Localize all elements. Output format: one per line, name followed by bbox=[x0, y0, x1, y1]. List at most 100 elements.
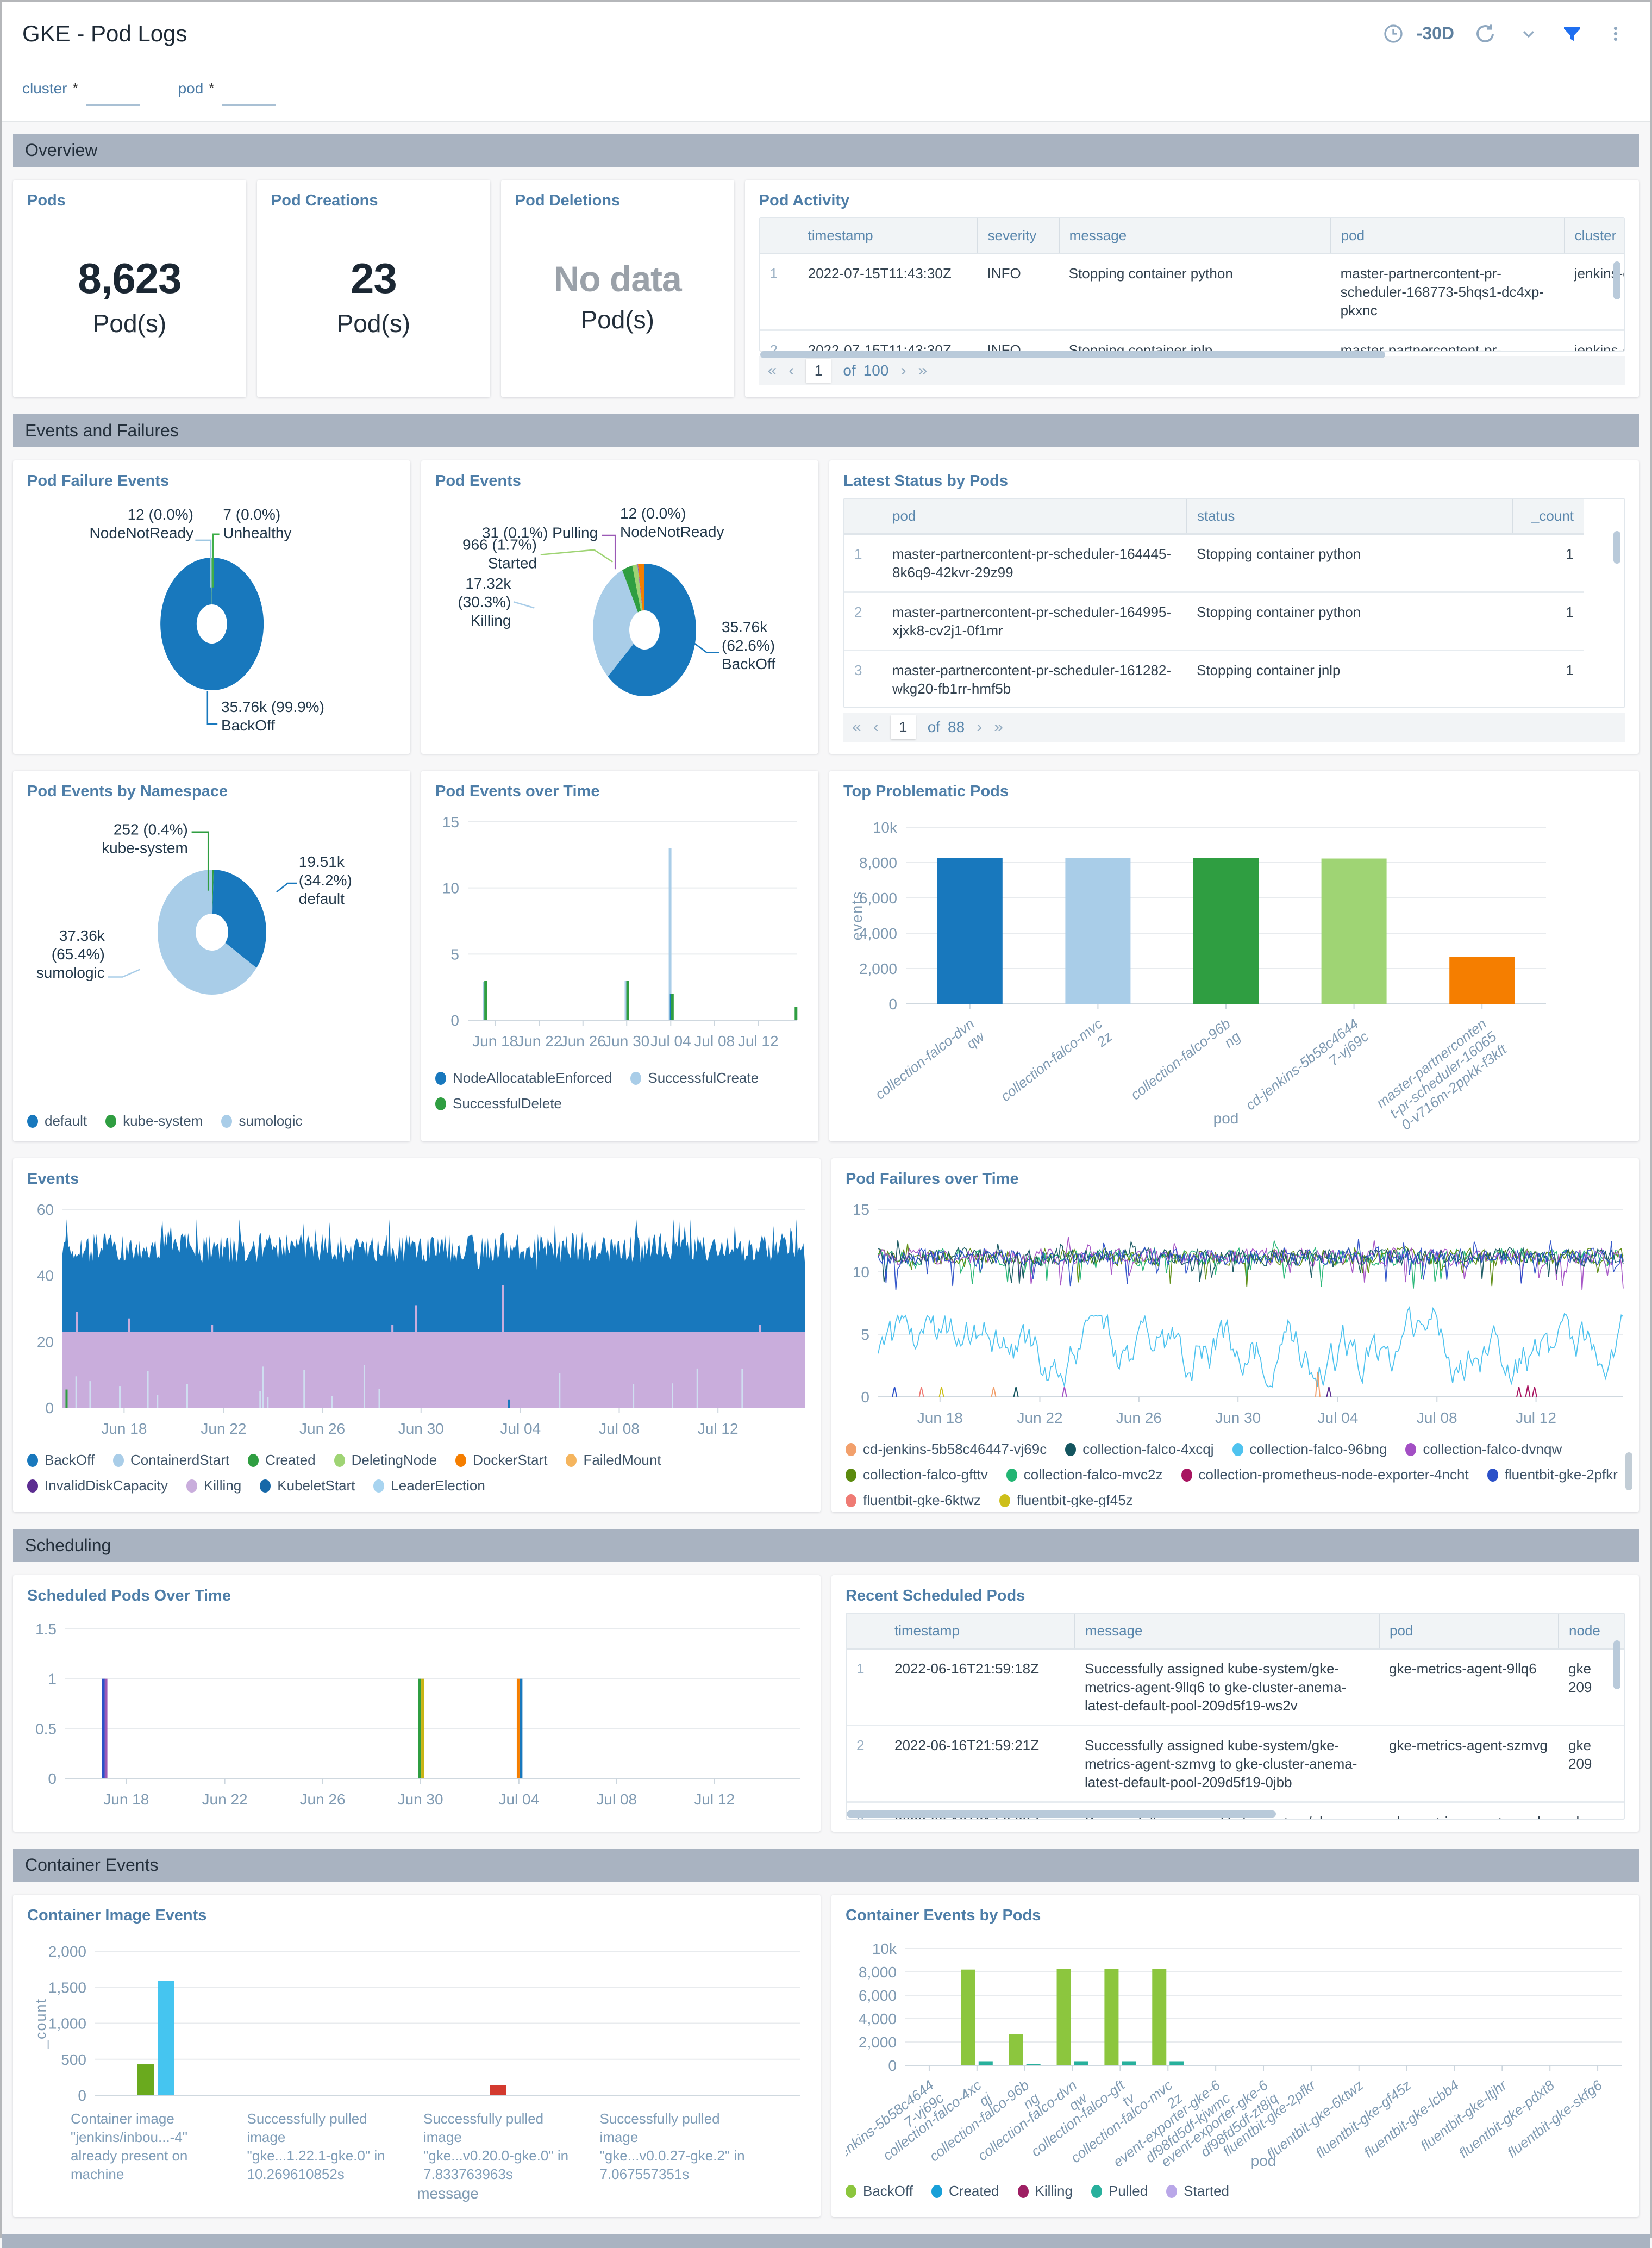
legend-item[interactable]: collection-falco-4xcqj bbox=[1065, 1441, 1214, 1458]
table-row[interactable]: 1 master-partnercontent-pr-scheduler-1644… bbox=[844, 534, 1584, 592]
legend-item[interactable]: FailedMount bbox=[566, 1452, 661, 1469]
legend-item[interactable]: BackOff bbox=[846, 2183, 913, 2200]
next-page-button[interactable]: › bbox=[977, 718, 982, 736]
column-header[interactable]: message bbox=[1074, 1614, 1379, 1650]
current-page[interactable]: 1 bbox=[890, 715, 916, 739]
pod-failures-over-time-panel: Pod Failures over Time 0 5 10 15 Jun 18 Jun 2… bbox=[831, 1158, 1639, 1512]
column-header[interactable]: cluster bbox=[1563, 218, 1624, 254]
last-page-button[interactable]: » bbox=[994, 718, 1003, 736]
legend-item[interactable]: DockerStart bbox=[455, 1452, 547, 1469]
pod-filter-input[interactable] bbox=[222, 85, 277, 106]
column-header[interactable]: message bbox=[1058, 218, 1331, 254]
legend-scrollbar[interactable] bbox=[1625, 1452, 1632, 1490]
vertical-scrollbar[interactable] bbox=[1613, 531, 1620, 564]
filter-icon[interactable] bbox=[1560, 21, 1585, 46]
legend-item[interactable]: fluentbit-gke-2pfkr bbox=[1487, 1466, 1618, 1483]
legend-item[interactable]: SuccessfulDelete bbox=[435, 1095, 562, 1112]
svg-text:0.5: 0.5 bbox=[35, 1720, 57, 1737]
of-label: of bbox=[843, 362, 856, 379]
legend-item[interactable]: collection-falco-96bng bbox=[1232, 1441, 1387, 1458]
column-header[interactable]: status bbox=[1186, 499, 1513, 535]
svg-text:35.76k (99.9%)BackOff: 35.76k (99.9%) BackOff bbox=[221, 698, 324, 734]
pod-events-by-namespace-donut: 252 (0.4%) kube-system 19.51k (34.2%) defaul… bbox=[27, 808, 396, 1061]
refresh-icon[interactable] bbox=[1473, 21, 1498, 46]
legend-item[interactable]: sumologic bbox=[221, 1113, 303, 1129]
last-page-button[interactable]: » bbox=[918, 361, 927, 380]
pagination: « ‹ 1 of 88 › » bbox=[843, 713, 1625, 742]
svg-text:_count: _count bbox=[33, 1998, 49, 2049]
legend-item[interactable]: collection-falco-gfttv bbox=[846, 1466, 988, 1483]
svg-text:Jun 26: Jun 26 bbox=[560, 1033, 606, 1050]
legend-item[interactable]: Killing bbox=[186, 1477, 241, 1494]
legend-item[interactable]: InvalidDiskCapacity bbox=[27, 1477, 168, 1494]
svg-text:Jun 26: Jun 26 bbox=[300, 1791, 346, 1808]
of-label: of bbox=[927, 719, 941, 735]
legend-item[interactable]: collection-falco-mvc2z bbox=[1006, 1466, 1163, 1483]
pod-failures-over-time-chart: 0 5 10 15 Jun 18 Jun 22 Jun 26 Jun 30 Jul 04 Jul … bbox=[846, 1196, 1625, 1432]
clock-icon[interactable] bbox=[1381, 21, 1406, 46]
legend-item[interactable]: Started bbox=[1166, 2183, 1229, 2200]
app-header: GKE - Pod Logs -30D bbox=[2, 2, 1650, 65]
column-header[interactable]: timestamp bbox=[885, 1614, 1075, 1650]
next-page-button[interactable]: › bbox=[900, 361, 906, 380]
chart-legend: NodeAllocatableEnforced SuccessfulCreate S… bbox=[435, 1070, 804, 1112]
legend-item[interactable]: Killing bbox=[1017, 2183, 1073, 2200]
legend-item[interactable]: Created bbox=[931, 2183, 999, 2200]
column-header[interactable]: pod bbox=[1379, 1614, 1559, 1650]
pod-failure-events-panel: Pod Failure Events 12 (0.0%) NodeNotReady… bbox=[13, 460, 410, 754]
legend-item[interactable]: BackOff bbox=[27, 1452, 95, 1469]
prev-page-button[interactable]: ‹ bbox=[873, 718, 879, 736]
svg-text:252 (0.4%)kube-system: 252 (0.4%) kube-system bbox=[102, 821, 188, 856]
column-header[interactable]: pod bbox=[883, 499, 1187, 535]
column-header[interactable]: _count bbox=[1512, 499, 1584, 535]
legend-item[interactable]: fluentbit-gke-6ktwz bbox=[846, 1492, 981, 1507]
legend-item[interactable]: kube-system bbox=[105, 1113, 203, 1129]
legend-item[interactable]: NodeAllocatableEnforced bbox=[435, 1070, 612, 1086]
prev-page-button[interactable]: ‹ bbox=[789, 361, 794, 380]
legend-item[interactable]: Pulled bbox=[1091, 2183, 1148, 2200]
table-row[interactable]: 1 2022-07-15T11:43:30Z INFO Stopping contai… bbox=[760, 254, 1624, 330]
vertical-scrollbar[interactable] bbox=[1613, 261, 1620, 299]
vertical-scrollbar[interactable] bbox=[1613, 1640, 1620, 1689]
legend-item[interactable]: cd-jenkins-5b58c46447-vj69c bbox=[846, 1441, 1047, 1458]
legend-item[interactable]: Created bbox=[248, 1452, 316, 1469]
table-row[interactable]: 2 2022-07-15T11:43:30Z INFO Stopping contai… bbox=[760, 329, 1624, 351]
column-header[interactable]: severity bbox=[977, 218, 1059, 254]
time-range-selector[interactable]: -30D bbox=[1417, 23, 1454, 43]
column-header[interactable]: pod bbox=[1330, 218, 1565, 254]
svg-text:Jul 12: Jul 12 bbox=[1516, 1409, 1556, 1426]
pod-creations-unit: Pod(s) bbox=[336, 309, 411, 338]
legend-item[interactable]: collection-falco-dvnqw bbox=[1405, 1441, 1562, 1458]
chevron-down-icon[interactable] bbox=[1516, 21, 1541, 46]
legend-item[interactable]: DeletingNode bbox=[334, 1452, 437, 1469]
legend-item[interactable]: SuccessfulCreate bbox=[630, 1070, 759, 1086]
legend-item[interactable]: fluentbit-gke-gf45z bbox=[999, 1492, 1133, 1507]
table-row[interactable]: 2 2022-06-16T21:59:21Z Successfully assign… bbox=[847, 1725, 1624, 1802]
legend-item[interactable]: LeaderElection bbox=[373, 1477, 485, 1494]
svg-text:2,000: 2,000 bbox=[859, 960, 897, 977]
current-page[interactable]: 1 bbox=[806, 359, 831, 383]
svg-text:Jul 08: Jul 08 bbox=[1417, 1409, 1457, 1426]
legend-item[interactable]: default bbox=[27, 1113, 87, 1129]
column-header[interactable]: timestamp bbox=[798, 218, 978, 254]
first-page-button[interactable]: « bbox=[852, 718, 861, 736]
svg-text:1,000: 1,000 bbox=[48, 2015, 86, 2032]
first-page-button[interactable]: « bbox=[768, 361, 777, 380]
cluster-filter-input[interactable] bbox=[85, 85, 140, 106]
pagination: « ‹ 1 of 100 › » bbox=[759, 356, 1625, 385]
svg-text:Jul 04: Jul 04 bbox=[500, 1420, 541, 1437]
legend-item[interactable]: KubeletStart bbox=[260, 1477, 355, 1494]
legend-item[interactable]: collection-prometheus-node-exporter-4nch… bbox=[1181, 1466, 1469, 1483]
svg-text:1: 1 bbox=[48, 1671, 57, 1688]
legend-item[interactable]: ContainerdStart bbox=[113, 1452, 229, 1469]
svg-text:5: 5 bbox=[861, 1326, 869, 1343]
kebab-menu-icon[interactable] bbox=[1603, 21, 1628, 46]
horizontal-scrollbar[interactable] bbox=[760, 351, 1385, 358]
table-row[interactable]: 1 2022-06-16T21:59:18Z Successfully assign… bbox=[847, 1649, 1624, 1726]
table-row[interactable]: 2 master-partnercontent-pr-scheduler-1649… bbox=[844, 591, 1584, 651]
table-row[interactable]: 3 master-partnercontent-pr-scheduler-1612… bbox=[844, 650, 1584, 707]
panel-title: Pod Events bbox=[435, 472, 521, 490]
chart-legend: BackOff ContainerdStart Created DeletingNod… bbox=[27, 1452, 806, 1494]
latest-status-table: pod status _count 1 master-partnercontent-pr… bbox=[843, 498, 1625, 708]
horizontal-scrollbar[interactable] bbox=[847, 1810, 1276, 1818]
